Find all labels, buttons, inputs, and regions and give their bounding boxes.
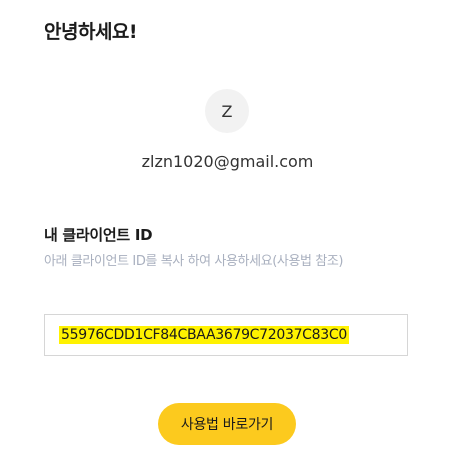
client-id-value[interactable]: 55976CDD1CF84CBAA3679C72037C83C0 [59, 326, 349, 344]
client-id-hint: 아래 클라이언트 ID를 복사 하여 사용하세요(사용법 참조) [44, 254, 344, 269]
go-usage-button[interactable]: 사용법 바로가기 [158, 403, 296, 445]
avatar-initial: Z [221, 101, 233, 121]
user-email: zlzn1020@gmail.com [141, 152, 314, 171]
client-id-field[interactable]: 55976CDD1CF84CBAA3679C72037C83C0 [44, 314, 408, 356]
client-id-title: 내 클라이언트 ID [44, 226, 153, 244]
avatar: Z [205, 89, 249, 133]
greeting-title: 안녕하세요! [44, 21, 138, 43]
